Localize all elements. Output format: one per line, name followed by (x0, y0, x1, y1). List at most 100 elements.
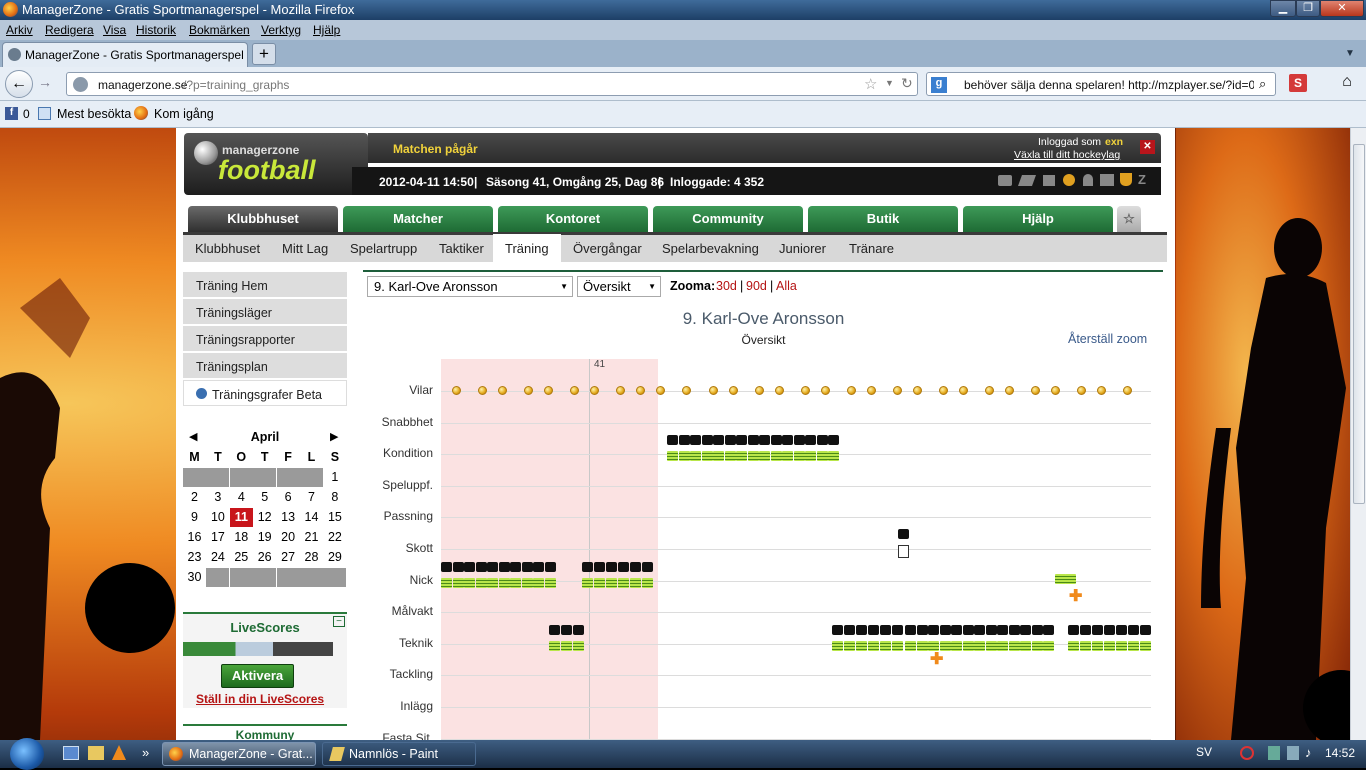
training-bar-icon[interactable] (544, 577, 556, 588)
subnav-klubbhuset[interactable]: Klubbhuset (195, 241, 260, 256)
plus-icon[interactable]: ✚ (1069, 588, 1082, 604)
calendar-day[interactable]: 15 (323, 508, 346, 527)
training-bar-icon[interactable] (770, 451, 782, 462)
training-bar-icon[interactable] (828, 451, 839, 462)
match-status-link[interactable]: Matchen pågår (393, 142, 478, 156)
training-bar-icon[interactable] (498, 577, 510, 588)
training-bar-icon[interactable] (1068, 640, 1079, 651)
training-bar-icon[interactable] (1140, 640, 1151, 651)
training-result-icon[interactable] (630, 561, 641, 572)
zoom-90d-link[interactable]: 90d (746, 279, 767, 293)
training-result-icon[interactable] (452, 561, 464, 572)
training-result-icon[interactable] (793, 435, 805, 446)
training-bar-icon[interactable] (606, 577, 617, 588)
calendar-day[interactable]: 29 (323, 548, 346, 567)
subnav-tranare[interactable]: Tränare (849, 241, 894, 256)
clock[interactable]: 14:52 (1325, 746, 1355, 760)
zoom-30d-link[interactable]: 30d (716, 279, 737, 293)
training-bar-icon[interactable] (582, 577, 593, 588)
training-result-icon[interactable] (892, 624, 903, 635)
training-result-icon[interactable] (724, 435, 736, 446)
subnav-taktiker[interactable]: Taktiker (439, 241, 484, 256)
calendar-day[interactable]: 23 (183, 548, 206, 567)
training-result-icon[interactable] (1031, 624, 1043, 635)
player-select[interactable]: 9. Karl-Ove Aronsson ▼ (367, 276, 573, 297)
sidebar-item-traningslager[interactable]: Träningsläger (183, 299, 347, 325)
start-button[interactable] (10, 738, 44, 770)
training-bar-icon[interactable] (1008, 640, 1020, 651)
activate-button[interactable]: Aktivera (221, 664, 294, 688)
training-bar-icon[interactable] (713, 451, 724, 462)
training-result-icon[interactable] (868, 624, 879, 635)
tray-opera-icon[interactable] (1240, 746, 1254, 760)
menu-redigera[interactable]: Redigera (45, 23, 94, 37)
training-result-icon[interactable] (856, 624, 867, 635)
forum-icon[interactable] (1017, 175, 1037, 186)
sidebar-item-traningsgrafer[interactable]: Träningsgrafer Beta (183, 380, 347, 406)
subnav-juniorer[interactable]: Juniorer (779, 241, 826, 256)
training-result-icon[interactable] (544, 561, 556, 572)
training-bar-icon[interactable] (630, 577, 641, 588)
rest-dot[interactable] (636, 386, 645, 395)
training-bar-icon[interactable] (974, 640, 985, 651)
training-bar-icon[interactable] (724, 451, 736, 462)
menu-arkiv[interactable]: Arkiv (6, 23, 33, 37)
calendar-day[interactable]: 14 (300, 508, 323, 527)
training-result-icon[interactable] (985, 624, 997, 635)
training-bar-icon[interactable] (667, 451, 678, 462)
subnav-overgangar[interactable]: Övergångar (573, 241, 642, 256)
rest-dot[interactable] (847, 386, 856, 395)
bookmark-star-icon[interactable]: ☆ (864, 75, 877, 93)
menu-bokmarken[interactable]: Bokmärken (189, 23, 250, 37)
training-result-icon[interactable] (905, 624, 916, 635)
calendar-day[interactable]: 7 (300, 488, 323, 507)
training-result-icon[interactable] (736, 435, 747, 446)
training-bar-icon[interactable] (452, 577, 464, 588)
training-result-icon[interactable] (916, 624, 928, 635)
training-result-icon[interactable] (880, 624, 891, 635)
training-result-icon[interactable] (475, 561, 487, 572)
training-bar-icon[interactable] (1020, 640, 1031, 651)
training-bar-icon[interactable] (868, 640, 879, 651)
training-result-icon[interactable] (667, 435, 678, 446)
rest-dot[interactable] (959, 386, 968, 395)
subnav-mitt-lag[interactable]: Mitt Lag (282, 241, 328, 256)
training-result-icon[interactable] (939, 624, 951, 635)
rest-dot[interactable] (656, 386, 665, 395)
training-bar-icon[interactable] (816, 451, 828, 462)
rest-dot[interactable] (1123, 386, 1132, 395)
mainnav-klubbhuset[interactable]: Klubbhuset (188, 206, 338, 232)
training-bar-icon[interactable] (832, 640, 843, 651)
training-bar-icon[interactable] (951, 640, 962, 651)
training-result-icon[interactable] (642, 561, 653, 572)
volume-icon[interactable]: ♪ (1305, 745, 1312, 760)
menu-historik[interactable]: Historik (136, 23, 176, 37)
zzz-icon[interactable]: Z (1138, 172, 1146, 187)
training-bar-icon[interactable] (844, 640, 855, 651)
rest-dot[interactable] (729, 386, 738, 395)
training-result-icon[interactable] (832, 624, 843, 635)
training-result-icon[interactable] (498, 561, 510, 572)
training-bar-icon[interactable] (962, 640, 974, 651)
training-bar-icon[interactable] (487, 577, 498, 588)
scrollbar-thumb[interactable] (1353, 144, 1365, 504)
show-desktop-icon[interactable] (63, 746, 79, 760)
training-bar-icon[interactable] (618, 577, 629, 588)
training-bar-icon[interactable] (736, 451, 747, 462)
rest-dot[interactable] (801, 386, 810, 395)
training-bar-icon[interactable] (892, 640, 903, 651)
training-result-icon[interactable] (713, 435, 724, 446)
subnav-spelarbevakning[interactable]: Spelarbevakning (662, 241, 759, 256)
training-bar-icon[interactable] (594, 577, 605, 588)
explorer-icon[interactable] (88, 746, 104, 760)
team-icon[interactable] (1100, 174, 1114, 186)
training-bar-icon[interactable] (1031, 640, 1043, 651)
taskbar-more[interactable]: » (142, 745, 149, 760)
training-result-icon[interactable] (898, 529, 909, 539)
training-bar-icon[interactable] (1092, 640, 1103, 651)
calendar-day[interactable]: 9 (183, 508, 206, 527)
calendar-day[interactable]: 28 (300, 548, 323, 567)
favorites-star-icon[interactable]: ☆ (1117, 206, 1141, 232)
logout-close-button[interactable]: ✕ (1140, 140, 1155, 154)
training-result-icon[interactable] (974, 624, 985, 635)
